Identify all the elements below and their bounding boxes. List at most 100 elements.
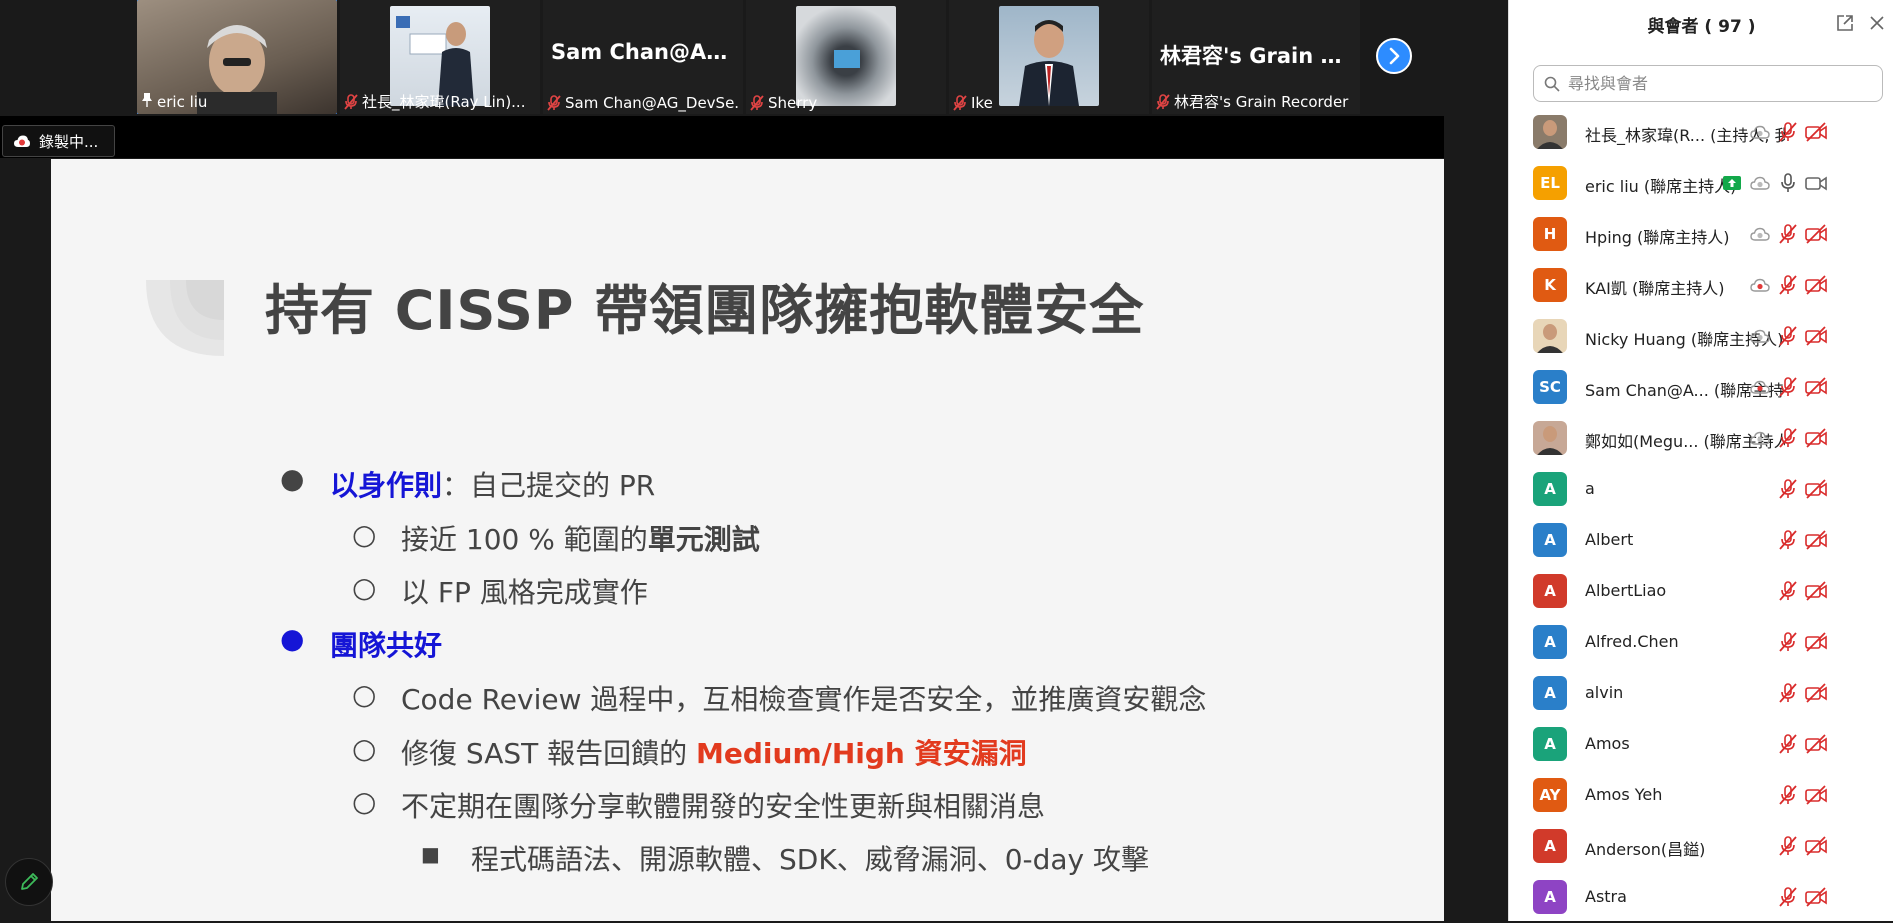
avatar: A [1533, 880, 1567, 914]
mic-muted-icon[interactable] [1777, 632, 1799, 652]
video-tile-sam-chan[interactable]: Sam Chan@AG_... Sam Chan@AG_DevSe... [543, 0, 743, 114]
mic-muted-icon[interactable] [1777, 683, 1799, 703]
avatar: EL [1533, 166, 1567, 200]
camera-off-icon[interactable] [1805, 224, 1827, 244]
participant-row[interactable]: K KAI凱 (聯席主持人) [1509, 260, 1893, 311]
participant-name: Hping (聯席主持人) [1585, 228, 1730, 247]
mic-muted-icon[interactable] [1777, 377, 1799, 397]
tile-label: eric liu [141, 92, 333, 112]
video-thumbnail-strip: eric liu 社長_林家瑋(Ray Lin)... Sam Chan@AG_… [0, 0, 1508, 116]
participant-row[interactable]: A Alfred.Chen [1509, 617, 1893, 668]
participant-row[interactable]: H Hping (聯席主持人) [1509, 209, 1893, 260]
cloud-recording-icon [1749, 377, 1771, 397]
close-icon[interactable] [1868, 14, 1886, 32]
participant-name: Astra [1585, 887, 1627, 906]
mic-muted-icon[interactable] [1777, 122, 1799, 142]
camera-off-icon[interactable] [1805, 326, 1827, 346]
video-tile-grain-recorder[interactable]: 林君容's Grain R... 林君容's Grain Recorder [1152, 0, 1360, 114]
camera-off-icon[interactable] [1805, 275, 1827, 295]
camera-off-icon[interactable] [1805, 632, 1827, 652]
participant-row[interactable]: AY Amos Yeh [1509, 770, 1893, 821]
camera-off-icon[interactable] [1805, 479, 1827, 499]
participant-name: Amos Yeh [1585, 785, 1663, 804]
participant-row[interactable]: A Albert [1509, 515, 1893, 566]
cloud-recording-icon [1749, 428, 1771, 448]
camera-off-icon[interactable] [1805, 377, 1827, 397]
mic-muted-icon [547, 95, 561, 111]
participant-row[interactable]: A AlbertLiao [1509, 566, 1893, 617]
avatar: K [1533, 268, 1567, 302]
tile-label: Sam Chan@AG_DevSe... [547, 94, 739, 112]
camera-off-icon[interactable] [1805, 836, 1827, 856]
recording-indicator[interactable]: 錄製中... [2, 125, 116, 157]
screen-share-icon [1721, 173, 1743, 193]
mic-muted-icon[interactable] [1777, 479, 1799, 499]
video-stage: eric liu 社長_林家瑋(Ray Lin)... Sam Chan@AG_… [0, 0, 1508, 921]
participant-display-name: Sam Chan@AG_... [551, 40, 743, 64]
participant-row[interactable]: Aalvin [1509, 668, 1893, 719]
participant-row[interactable]: A Anderson(昌鎰) [1509, 821, 1893, 872]
camera-off-icon[interactable] [1805, 428, 1827, 448]
cloud-recording-icon [1749, 224, 1771, 244]
tile-label: 社長_林家瑋(Ray Lin)... [344, 91, 536, 112]
participant-row[interactable]: Nicky Huang (聯席主持人) [1509, 311, 1893, 362]
participant-name: Albert [1585, 530, 1634, 549]
participant-name: eric liu (聯席主持人) [1585, 177, 1737, 196]
participant-row[interactable]: A Amos [1509, 719, 1893, 770]
camera-off-icon[interactable] [1805, 887, 1827, 907]
video-tile-sherry[interactable]: Sherry [746, 0, 946, 114]
cloud-recording-icon [1749, 173, 1771, 193]
camera-off-icon[interactable] [1805, 734, 1827, 754]
profile-picture [796, 6, 896, 106]
annotate-button[interactable] [5, 858, 53, 906]
mic-muted-icon[interactable] [1777, 836, 1799, 856]
camera-off-icon[interactable] [1805, 122, 1827, 142]
participant-name: a [1585, 479, 1595, 498]
mic-muted-icon[interactable] [1777, 887, 1799, 907]
camera-off-icon[interactable] [1805, 785, 1827, 805]
mic-muted-icon [1156, 93, 1170, 110]
search-input[interactable] [1566, 73, 1870, 94]
camera-off-icon[interactable] [1805, 581, 1827, 601]
avatar: A [1533, 472, 1567, 506]
camera-off-icon[interactable] [1805, 530, 1827, 550]
participant-name: KAI凱 (聯席主持人) [1585, 279, 1725, 298]
camera-off-icon[interactable] [1805, 683, 1827, 703]
shared-screen-slide: 持有 CISSP 帶領團隊擁抱軟體安全 ● 以身作則：自己提交的 PR ○ 接近… [51, 159, 1444, 921]
mic-muted-icon [953, 95, 967, 111]
participant-row[interactable]: Aa [1509, 464, 1893, 515]
mic-muted-icon[interactable] [1777, 326, 1799, 346]
participant-row[interactable]: 鄭如如(Megu... (聯席主持人) [1509, 413, 1893, 464]
next-page-button[interactable] [1376, 38, 1412, 74]
avatar: A [1533, 829, 1567, 863]
search-icon [1544, 76, 1560, 92]
video-tile-ike[interactable]: Ike [949, 0, 1149, 114]
participant-name: Alfred.Chen [1585, 632, 1679, 651]
participant-row[interactable]: EL eric liu (聯席主持人) [1509, 158, 1893, 209]
mic-muted-icon[interactable] [1777, 734, 1799, 754]
mic-muted-icon[interactable] [1777, 785, 1799, 805]
avatar: A [1533, 676, 1567, 710]
video-tile-eric-liu[interactable]: eric liu [137, 0, 337, 114]
mic-muted-icon[interactable] [1777, 275, 1799, 295]
mic-icon[interactable] [1777, 173, 1799, 193]
participant-row[interactable]: 社長_林家瑋(R... (主持人, 我) [1509, 107, 1893, 158]
mic-muted-icon[interactable] [1777, 581, 1799, 601]
participant-display-name: 林君容's Grain R... [1160, 44, 1360, 68]
video-tile-ray-lin[interactable]: 社長_林家瑋(Ray Lin)... [340, 0, 540, 114]
pencil-icon [21, 873, 38, 890]
avatar: A [1533, 625, 1567, 659]
cloud-recording-icon [1749, 122, 1771, 142]
avatar: A [1533, 523, 1567, 557]
participant-row[interactable]: SC Sam Chan@A... (聯席主持人) [1509, 362, 1893, 413]
participant-search[interactable] [1533, 65, 1883, 102]
mic-muted-icon[interactable] [1777, 224, 1799, 244]
mic-muted-icon [750, 95, 764, 111]
tile-label: 林君容's Grain Recorder [1156, 91, 1356, 112]
popout-icon[interactable] [1836, 14, 1854, 32]
pin-icon [141, 92, 153, 112]
mic-muted-icon[interactable] [1777, 530, 1799, 550]
camera-icon[interactable] [1805, 173, 1827, 193]
mic-muted-icon[interactable] [1777, 428, 1799, 448]
participant-row[interactable]: A Astra [1509, 872, 1893, 923]
